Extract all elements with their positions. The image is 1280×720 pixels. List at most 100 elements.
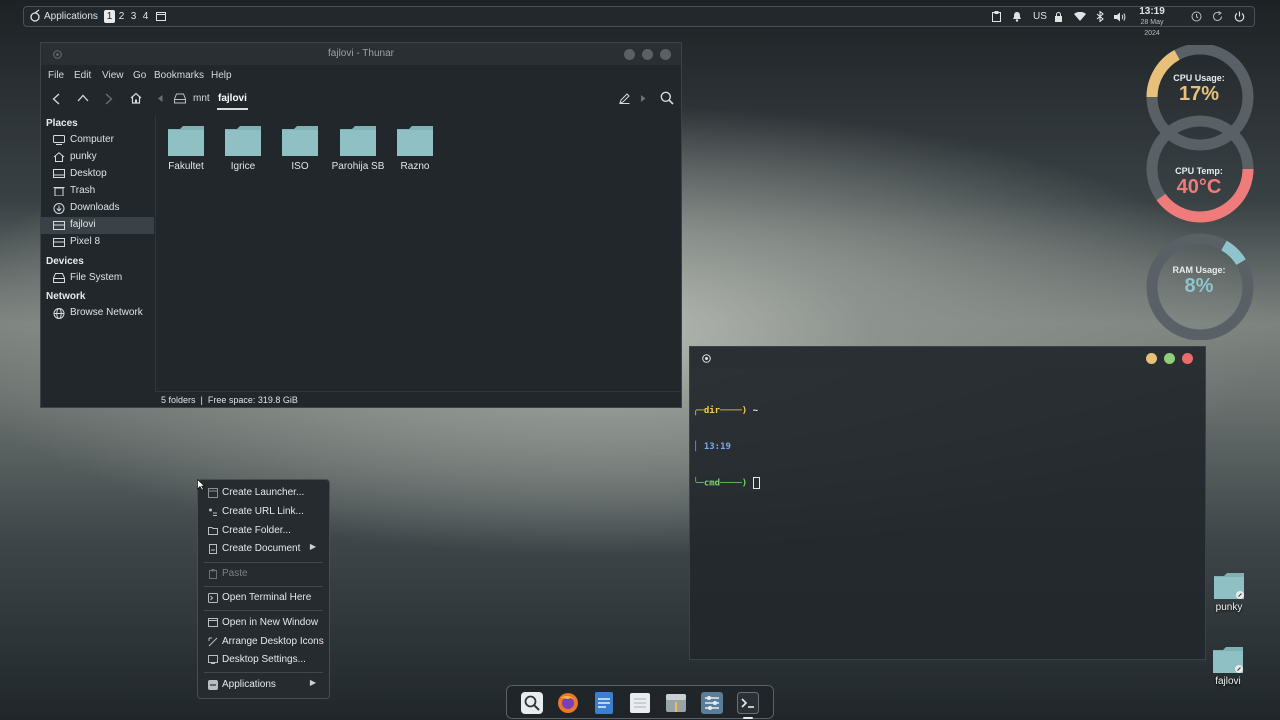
menu-bookmarks[interactable]: Bookmarks [154,70,204,81]
menu-item-create-launcher[interactable]: Create Launcher... [198,484,329,502]
dock-settings-icon[interactable] [701,692,723,714]
bluetooth-icon[interactable] [1096,11,1104,30]
thunar-titlebar[interactable]: fajlovi - Thunar [41,43,681,65]
show-desktop-icon[interactable] [156,12,166,31]
dock-firefox-icon[interactable] [557,692,579,714]
workspace-3[interactable]: 3 [128,10,139,23]
menu-separator [204,562,323,563]
terminal-output[interactable]: ╭─dir────) ~ │ 13:19 ╰─cmd────) [693,381,760,514]
window-icon [208,618,218,627]
window-menu-icon[interactable] [702,354,711,363]
folder-razno[interactable]: Razno [386,125,444,172]
workspace-2[interactable]: 2 [116,10,127,23]
clipboard-icon[interactable] [992,11,1001,30]
menu-item-open-terminal-here[interactable]: Open Terminal Here [198,589,329,607]
home-icon[interactable] [130,92,142,104]
sidebar-item-desktop[interactable]: Desktop [41,166,154,183]
path-segment-mnt[interactable]: mnt [193,93,210,104]
back-icon[interactable] [52,93,60,105]
sidebar-item-punky[interactable]: punky [41,149,154,166]
up-icon[interactable] [77,94,89,102]
sidebar-item-pixel-8[interactable]: Pixel 8 [41,234,154,251]
minimize-button[interactable] [1146,353,1157,364]
maximize-button[interactable] [642,49,653,60]
submenu-arrow-icon: ▶ [309,678,316,687]
folder-iso[interactable]: ISO [271,125,329,172]
mouse-pointer-icon [197,479,205,491]
folder-label: ISO [291,161,309,172]
minimize-button[interactable] [624,49,635,60]
notifications-bell-icon[interactable] [1012,11,1022,30]
path-right-arrow-icon[interactable] [641,95,646,102]
dock-text-editor-icon[interactable] [629,692,651,714]
ram-usage-label: RAM Usage: [1172,265,1226,275]
folder-parohija-sb[interactable]: Parohija SB [329,125,387,172]
search-icon[interactable] [660,91,674,105]
terminal-titlebar[interactable] [690,347,1205,369]
wifi-icon[interactable] [1074,12,1086,31]
menu-item-arrange-desktop-icons[interactable]: Arrange Desktop Icons [198,633,329,651]
folder-fakultet[interactable]: Fakultet [157,125,215,172]
window-menu-icon[interactable] [53,50,62,59]
menu-help[interactable]: Help [211,70,232,81]
dock-search-icon[interactable] [521,692,543,714]
menu-item-open-in-new-window[interactable]: Open in New Window [198,614,329,632]
power-icon[interactable] [1234,11,1245,30]
clock[interactable]: 13:19 28 May 2024 [1132,6,1172,37]
close-button[interactable] [1182,353,1193,364]
menu-go[interactable]: Go [133,70,146,81]
applications-menu-icon[interactable] [30,7,41,26]
dock-writer-icon[interactable] [593,692,615,714]
menu-item-applications[interactable]: Applications ▶ [198,676,329,694]
folder-icon [397,126,433,156]
volume-icon[interactable] [1114,12,1126,31]
sidebar-item-fajlovi[interactable]: fajlovi [41,217,154,234]
dock-terminal-icon[interactable] [737,692,759,714]
folder-link-icon [1214,573,1244,599]
menu-edit[interactable]: Edit [74,70,91,81]
applications-menu-button[interactable]: Applications [44,7,98,26]
menu-item-desktop-settings[interactable]: Desktop Settings... [198,651,329,669]
sidebar-item-browse-network[interactable]: Browse Network [41,305,154,322]
menu-item-create-url-link[interactable]: Create URL Link... [198,503,329,521]
sidebar-item-trash[interactable]: Trash [41,183,154,200]
dock-disk-utility-icon[interactable] [665,692,687,714]
cpu-usage-label: CPU Usage: [1173,73,1225,83]
refresh-icon[interactable] [1212,11,1223,30]
forward-icon[interactable] [105,93,113,105]
workspace-1[interactable]: 1 [104,10,115,23]
clock-date: 28 May 2024 [1140,19,1164,37]
workspace-4[interactable]: 4 [140,10,151,23]
sidebar-item-computer[interactable]: Computer [41,132,154,149]
folder-igrice[interactable]: Igrice [214,125,272,172]
desktop-icon-label: fajlovi [1215,676,1241,687]
history-icon[interactable] [1191,11,1202,30]
maximize-button[interactable] [1164,353,1175,364]
sidebar-item-label: Trash [70,185,96,196]
menu-separator [204,672,323,673]
menu-view[interactable]: View [102,70,124,81]
prompt-line-cmd: ╰─cmd────) [693,477,760,490]
sidebar-item-file-system[interactable]: File System [41,270,154,287]
keyboard-layout-indicator[interactable]: US [1033,7,1047,26]
network-heading: Network [46,291,86,302]
prompt-cmd-label: ╰─cmd────) [693,478,753,489]
menu-item-create-document[interactable]: Create Document ▶ [198,540,329,558]
folder-icon [340,126,376,156]
folder-label: Parohija SB [331,161,385,172]
lock-icon[interactable] [1054,12,1063,31]
close-button[interactable] [660,49,671,60]
sidebar-item-label: Pixel 8 [70,236,101,247]
path-left-arrow-icon[interactable] [158,95,163,102]
status-text: 5 folders | Free space: 319.8 GiB [161,395,298,405]
path-segment-fajlovi[interactable]: fajlovi [218,93,247,104]
thunar-window: fajlovi - Thunar File Edit View Go Bookm… [40,42,682,408]
edit-location-icon[interactable] [619,93,630,104]
desktop-icon-punky[interactable]: punky [1199,572,1259,613]
launcher-icon [208,488,218,498]
menu-file[interactable]: File [48,70,64,81]
sidebar-item-downloads[interactable]: Downloads [41,200,154,217]
menu-item-create-folder[interactable]: Create Folder... [198,522,329,540]
desktop-icon-fajlovi[interactable]: fajlovi [1198,646,1258,687]
drive-icon [174,93,186,104]
